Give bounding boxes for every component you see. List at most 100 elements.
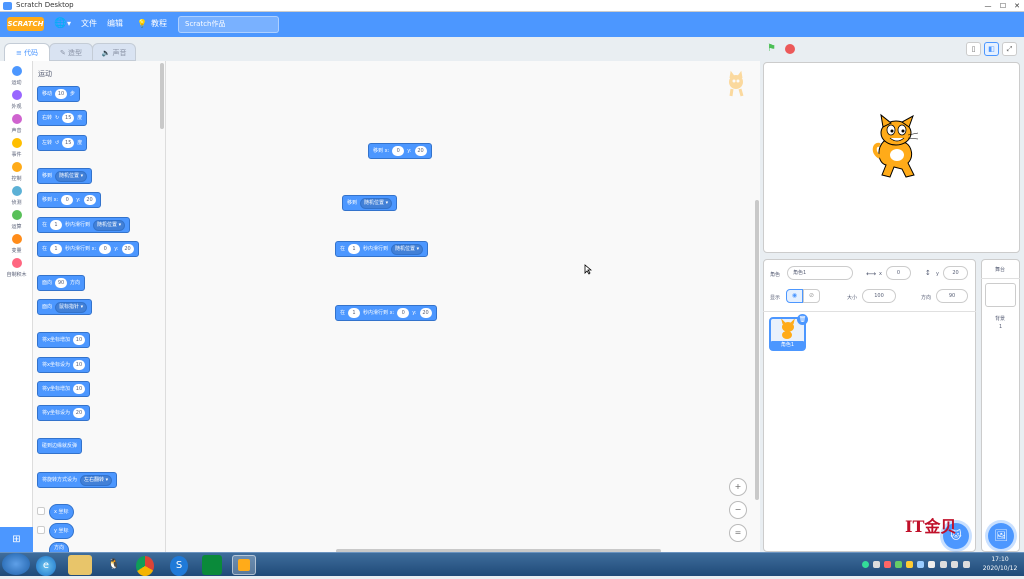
delete-sprite-button[interactable]: 🗑 xyxy=(797,314,808,325)
tray-icon[interactable] xyxy=(873,561,880,568)
fullscreen-button[interactable]: ⤢ xyxy=(1002,42,1017,56)
category-motion[interactable]: 运动 xyxy=(0,63,33,87)
stop-icon[interactable] xyxy=(785,44,795,54)
close-button[interactable]: ✕ xyxy=(1011,1,1023,11)
zoom-reset-button[interactable]: = xyxy=(729,524,747,542)
globe-icon[interactable]: 🌐 xyxy=(54,18,66,30)
block-goto-xy[interactable]: 移到 x: 0 y: 20 xyxy=(37,192,101,208)
block-set-x[interactable]: 将x坐标设为 10 xyxy=(37,357,90,373)
block-change-y[interactable]: 将y坐标增加 10 xyxy=(37,381,90,397)
category-control[interactable]: 控制 xyxy=(0,159,33,183)
ime-icon[interactable] xyxy=(963,561,970,568)
menu-edit[interactable]: 编辑 xyxy=(107,18,123,30)
chevron-down-icon[interactable]: ▾ xyxy=(67,18,71,30)
category-operators[interactable]: 运算 xyxy=(0,207,33,231)
zoom-in-button[interactable]: + xyxy=(729,478,747,496)
y-arrows-icon: ↕ xyxy=(925,269,931,277)
show-label: 显示 xyxy=(770,295,781,301)
network-icon[interactable] xyxy=(940,561,947,568)
direction-label: 方向 xyxy=(921,295,932,301)
block-glide-to[interactable]: 在 1 秒内滑行到 随机位置 ▾ xyxy=(37,217,131,233)
backdrop-label: 背景 xyxy=(995,316,1006,322)
category-looks[interactable]: 外观 xyxy=(0,87,33,111)
scratch-taskbar-icon[interactable] xyxy=(232,555,256,575)
menu-tutorials[interactable]: 教程 xyxy=(151,18,167,30)
lightbulb-icon[interactable]: 💡 xyxy=(137,18,147,30)
block-bounce[interactable]: 碰到边缘就反弹 xyxy=(37,438,83,454)
tray-icon[interactable] xyxy=(884,561,891,568)
block-set-y[interactable]: 将y坐标设为 20 xyxy=(37,405,90,421)
volume-icon[interactable] xyxy=(951,561,958,568)
tray-icon[interactable] xyxy=(917,561,924,568)
workspace-vertical-scrollbar[interactable] xyxy=(755,200,759,500)
x-position-checkbox[interactable] xyxy=(37,507,45,515)
minimize-button[interactable]: — xyxy=(982,1,994,11)
palette-heading: 运动 xyxy=(38,70,52,78)
green-flag-icon[interactable]: ⚑ xyxy=(767,43,776,54)
tray-icon[interactable] xyxy=(928,561,935,568)
size-label: 大小 xyxy=(847,295,858,301)
block-turn-right[interactable]: 右转 ↻ 15 度 xyxy=(37,110,88,126)
folder-icon[interactable] xyxy=(68,555,92,575)
tray-icon[interactable] xyxy=(862,561,869,568)
small-stage-button[interactable]: ▯ xyxy=(966,42,981,56)
menu-file[interactable]: 文件 xyxy=(81,18,97,30)
code-workspace[interactable] xyxy=(166,61,760,552)
workspace-block-glide-xy[interactable]: 在 1 秒内滑行到 x: 0 y: 20 xyxy=(335,305,437,321)
sprite-thumbnail-name: 角色1 xyxy=(771,341,804,349)
category-sensing[interactable]: 侦测 xyxy=(0,183,33,207)
backdrop-thumbnail[interactable] xyxy=(985,283,1016,307)
maximize-button[interactable]: ☐ xyxy=(997,1,1009,11)
workspace-block-goto[interactable]: 移到 随机位置 ▾ xyxy=(342,195,398,211)
block-turn-left[interactable]: 左转 ↺ 15 度 xyxy=(37,135,88,151)
palette-scrollbar[interactable] xyxy=(160,63,164,129)
chrome-icon[interactable] xyxy=(136,556,154,576)
block-goto[interactable]: 移到 随机位置 ▾ xyxy=(37,168,93,184)
tray-icon[interactable] xyxy=(906,561,913,568)
sprite-name-input[interactable]: 角色1 xyxy=(787,266,853,280)
normal-stage-button[interactable]: ◧ xyxy=(984,42,999,56)
watermark: IT金贝 xyxy=(905,517,957,536)
ie-icon[interactable]: e xyxy=(36,556,56,576)
iqiyi-icon[interactable] xyxy=(202,555,222,575)
y-position-checkbox[interactable] xyxy=(37,526,45,534)
clock[interactable]: 17:10 2020/10/12 xyxy=(978,555,1022,573)
block-point-towards[interactable]: 面向 鼠标指针 ▾ xyxy=(37,299,93,315)
workspace-block-goto-xy[interactable]: 移到 x: 0 y: 20 xyxy=(368,143,432,159)
qq-icon[interactable]: 🐧 xyxy=(102,555,126,575)
block-rotation-style[interactable]: 将旋转方式设为 左右翻转 ▾ xyxy=(37,472,118,488)
cat-sprite[interactable] xyxy=(872,113,922,179)
y-label: y xyxy=(936,271,939,277)
direction-input[interactable]: 90 xyxy=(936,289,968,303)
block-change-x[interactable]: 将x坐标增加 10 xyxy=(37,332,90,348)
tab-sounds[interactable]: 🔈 声音 xyxy=(92,43,136,61)
tab-costumes[interactable]: ✎ 造型 xyxy=(49,43,93,61)
hide-sprite-button[interactable]: ⊘ xyxy=(803,289,820,303)
block-point-direction[interactable]: 面向 90 方向 xyxy=(37,275,86,291)
rotate-left-icon: ↺ xyxy=(55,140,60,146)
workspace-block-glide-to[interactable]: 在 1 秒内滑行到 随机位置 ▾ xyxy=(335,241,429,257)
reporter-direction[interactable]: 方向 xyxy=(49,542,70,552)
reporter-x-position[interactable]: x 坐标 xyxy=(49,504,74,520)
category-variables[interactable]: 变量 xyxy=(0,231,33,255)
scratch-logo[interactable]: SCRATCH xyxy=(7,17,44,31)
show-sprite-button[interactable]: ◉ xyxy=(786,289,803,303)
y-position-input[interactable]: 20 xyxy=(943,266,968,280)
zoom-out-button[interactable]: − xyxy=(729,501,747,519)
category-my-blocks[interactable]: 自制积木 xyxy=(0,255,33,279)
project-title-input[interactable]: Scratch作品 xyxy=(178,16,279,33)
tray-icon[interactable] xyxy=(895,561,902,568)
category-sound[interactable]: 声音 xyxy=(0,111,33,135)
sogou-icon[interactable]: S xyxy=(170,556,188,576)
tab-code[interactable]: ≡ 代码 xyxy=(4,43,50,61)
block-move-steps[interactable]: 移动 10 步 xyxy=(37,86,81,102)
add-extension-button[interactable]: ⊞ xyxy=(0,527,33,552)
size-input[interactable]: 100 xyxy=(862,289,896,303)
choose-backdrop-button[interactable]: 🖼 xyxy=(988,523,1014,549)
reporter-y-position[interactable]: y 坐标 xyxy=(49,523,74,539)
start-button[interactable] xyxy=(2,553,30,575)
trash-icon: 🗑 xyxy=(798,316,807,323)
category-events[interactable]: 事件 xyxy=(0,135,33,159)
block-glide-xy[interactable]: 在 1 秒内滑行到 x: 0 y: 20 xyxy=(37,241,139,257)
x-position-input[interactable]: 0 xyxy=(886,266,911,280)
